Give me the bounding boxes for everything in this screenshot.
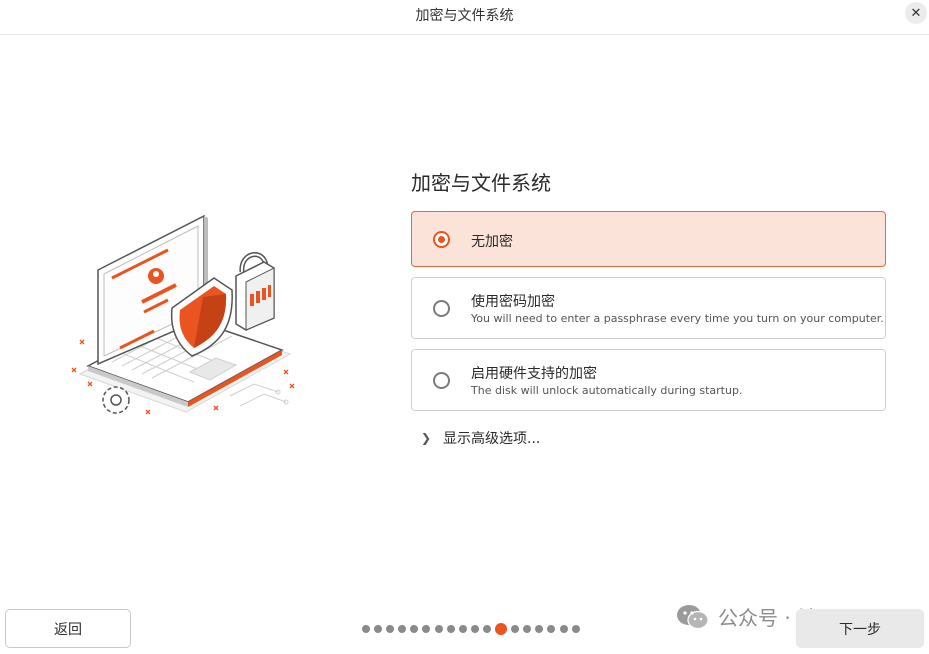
- step-dot: [547, 625, 556, 633]
- step-dot-current: [495, 623, 508, 635]
- next-button[interactable]: 下一步: [796, 609, 924, 648]
- close-button[interactable]: ✕: [905, 2, 927, 24]
- step-dot: [458, 625, 467, 633]
- encryption-illustration: [64, 206, 300, 422]
- header-bar: 加密与文件系统 ✕: [0, 0, 929, 35]
- chevron-right-icon: ❯: [421, 431, 432, 445]
- show-advanced-options[interactable]: ❯ 显示高级选项...: [421, 428, 540, 448]
- step-dot: [374, 625, 383, 633]
- step-dot: [446, 625, 455, 633]
- option-description: The disk will unlock automatically durin…: [471, 384, 743, 397]
- option-no-encryption[interactable]: 无加密: [411, 211, 886, 267]
- step-dot: [511, 625, 520, 633]
- option-description: You will need to enter a passphrase ever…: [471, 312, 884, 325]
- option-label: 无加密: [471, 234, 513, 250]
- step-dot: [535, 625, 544, 633]
- step-dot: [386, 625, 395, 633]
- radio-hardware-encryption[interactable]: [433, 372, 450, 389]
- step-indicator: [362, 622, 584, 636]
- option-label: 启用硬件支持的加密: [471, 366, 597, 382]
- step-dot: [571, 625, 580, 633]
- laptop-shield-illustration: [71, 214, 295, 415]
- step-dot: [434, 625, 443, 633]
- back-button[interactable]: 返回: [5, 609, 131, 648]
- wechat-icon: [677, 604, 709, 629]
- close-icon: ✕: [910, 5, 922, 21]
- step-dot: [470, 625, 479, 633]
- option-hardware-encryption[interactable]: 启用硬件支持的加密 The disk will unlock automatic…: [411, 349, 886, 411]
- page-title: 加密与文件系统: [411, 171, 551, 195]
- radio-no-encryption[interactable]: [433, 231, 450, 248]
- window-title: 加密与文件系统: [415, 8, 514, 24]
- step-dot: [362, 625, 370, 633]
- installer-window: 加密与文件系统 ✕ 加密与文件系统 无加密 使用密码加密 You will ne…: [0, 0, 929, 654]
- step-dot: [410, 625, 419, 633]
- step-dot: [523, 625, 532, 633]
- step-dot: [482, 625, 491, 633]
- advanced-options-label: 显示高级选项...: [443, 431, 541, 447]
- radio-passphrase-encryption[interactable]: [433, 300, 450, 317]
- step-dot: [422, 625, 431, 633]
- option-passphrase-encryption[interactable]: 使用密码加密 You will need to enter a passphra…: [411, 277, 886, 339]
- step-dot: [559, 625, 568, 633]
- option-label: 使用密码加密: [471, 294, 555, 310]
- step-dot: [398, 625, 407, 633]
